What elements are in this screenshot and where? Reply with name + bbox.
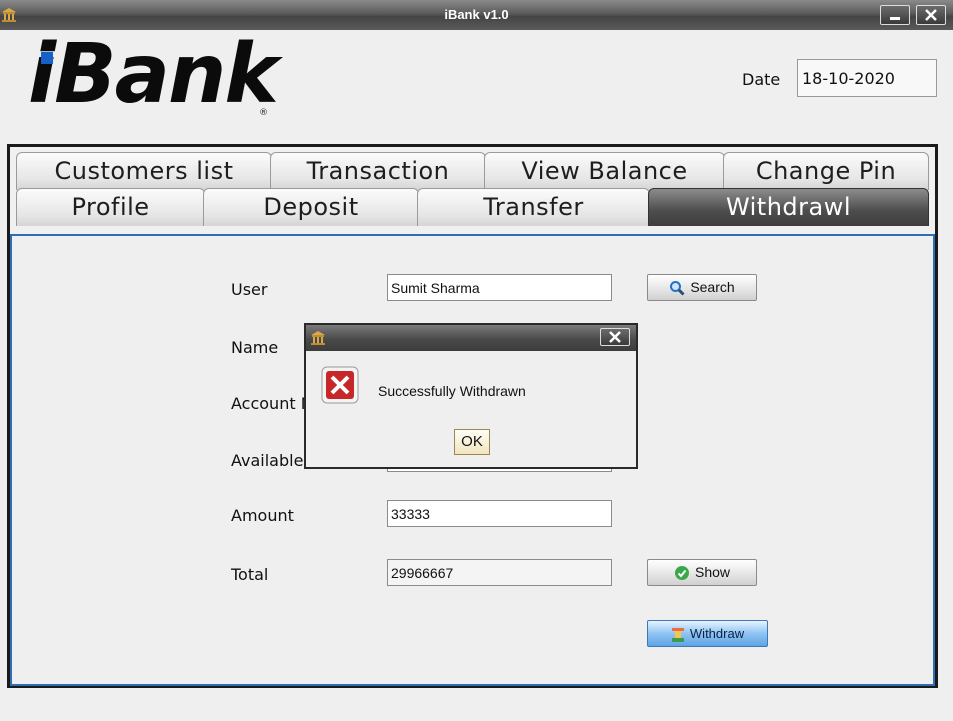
dialog-message: Successfully Withdrawn (378, 383, 526, 399)
close-icon (925, 9, 937, 21)
amount-label: Amount (231, 506, 294, 525)
withdraw-icon (671, 627, 684, 642)
withdraw-button[interactable]: Withdraw (647, 620, 768, 647)
tab-transaction[interactable]: Transaction (270, 152, 486, 190)
minimize-icon (890, 17, 900, 20)
show-button-label: Show (694, 564, 731, 580)
tab-customers-list[interactable]: Customers list (16, 152, 272, 190)
logo-dot (41, 52, 53, 64)
user-field[interactable]: Sumit Sharma (387, 274, 612, 301)
tab-change-pin[interactable]: Change Pin (723, 152, 929, 190)
tab-view-balance[interactable]: View Balance (484, 152, 725, 190)
close-icon (609, 331, 621, 343)
window-title: iBank v1.0 (444, 7, 509, 22)
amount-field[interactable]: 33333 (387, 500, 612, 527)
account-label: Account N (231, 394, 313, 413)
bank-icon (311, 331, 325, 345)
check-icon (674, 566, 689, 581)
search-button[interactable]: Search (647, 274, 757, 301)
title-bar: iBank v1.0 (0, 0, 953, 30)
dialog-close-button[interactable] (600, 328, 630, 346)
tab-profile[interactable]: Profile (16, 188, 205, 226)
minimize-button[interactable] (880, 5, 910, 25)
show-button[interactable]: Show (647, 559, 757, 586)
available-label: Available (231, 451, 304, 470)
tab-deposit[interactable]: Deposit (203, 188, 419, 226)
error-icon (321, 366, 359, 404)
total-label: Total (231, 565, 269, 584)
user-label: User (231, 280, 268, 299)
name-label: Name (231, 338, 279, 357)
withdraw-button-label: Withdraw (689, 626, 745, 641)
close-button[interactable] (916, 5, 946, 25)
date-field[interactable]: 18-10-2020 (797, 59, 937, 97)
search-button-label: Search (690, 279, 735, 295)
ok-button[interactable]: OK (454, 429, 490, 455)
app-logo: iBank (28, 27, 279, 122)
total-field[interactable]: 29966667 (387, 559, 612, 586)
logo-registered-mark: ® (259, 108, 268, 118)
message-dialog: Successfully Withdrawn OK (304, 323, 638, 469)
search-icon (670, 281, 685, 296)
tab-withdrawl[interactable]: Withdrawl (648, 188, 929, 226)
dialog-title-bar (306, 325, 636, 351)
tab-transfer[interactable]: Transfer (417, 188, 650, 226)
date-label: Date (742, 70, 781, 89)
